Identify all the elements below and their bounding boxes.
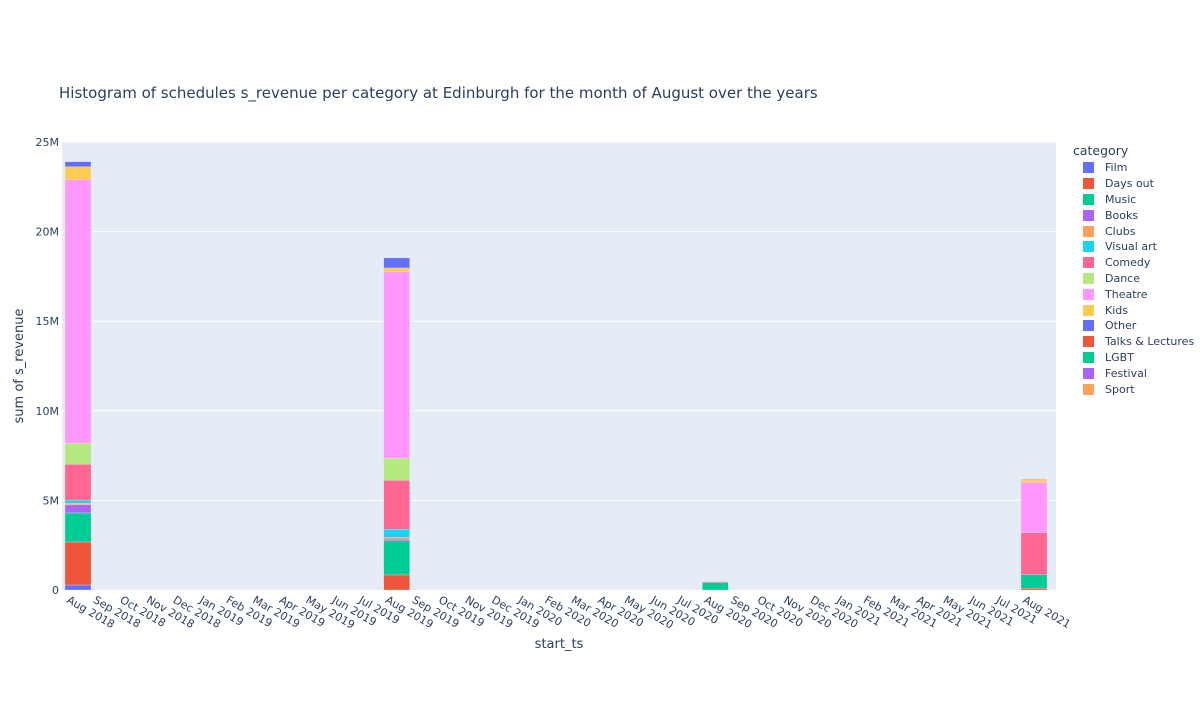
x-axis-ticks: Aug 2018Sep 2018Oct 2018Nov 2018Dec 2018… xyxy=(65,593,1073,632)
bar-segment-kids-aug-2019[interactable] xyxy=(383,267,410,273)
bar-segment-dance-aug-2019[interactable] xyxy=(383,458,410,481)
y-tick-label: 15M xyxy=(36,315,60,328)
y-axis-ticks: 0 5M 10M 15M 20M 25M xyxy=(36,136,60,597)
legend-item-kids[interactable]: Kids xyxy=(1073,302,1194,318)
legend-label: Festival xyxy=(1105,366,1147,380)
legend-swatch xyxy=(1083,257,1094,269)
legend-item-other[interactable]: Other xyxy=(1073,318,1194,334)
bar-segment-kids-aug-2021[interactable] xyxy=(1020,480,1048,483)
y-tick-label: 0 xyxy=(52,584,59,597)
legend-label: Kids xyxy=(1105,303,1128,317)
legend-swatch xyxy=(1083,225,1094,237)
legend-swatch xyxy=(1083,367,1094,379)
legend-label: Talks & Lectures xyxy=(1105,335,1195,349)
legend: category Film Days out Music Books Clubs Visu… xyxy=(1073,143,1194,397)
bar-segment-comedy-aug-2018[interactable] xyxy=(64,464,92,501)
legend-label: Other xyxy=(1105,319,1137,333)
legend-label: Books xyxy=(1105,208,1139,222)
legend-label: Visual art xyxy=(1105,240,1157,254)
legend-title: category xyxy=(1073,143,1129,158)
legend-label: LGBT xyxy=(1105,350,1134,364)
bar-segment-other-aug-2019[interactable] xyxy=(383,257,410,269)
bar-segment-dance-aug-2018[interactable] xyxy=(64,443,92,465)
bar-segment-visual-art-aug-2018[interactable] xyxy=(64,499,92,504)
legend-item-music[interactable]: Music xyxy=(1073,192,1194,208)
bar-segment-theatre-aug-2019[interactable] xyxy=(383,271,410,459)
legend-item-sport[interactable]: Sport xyxy=(1073,381,1194,397)
legend-swatch xyxy=(1083,272,1094,284)
legend-label: Clubs xyxy=(1105,224,1136,238)
legend-label: Film xyxy=(1105,161,1128,175)
legend-swatch xyxy=(1083,351,1094,363)
y-tick-label: 20M xyxy=(36,226,60,239)
legend-item-lgbt[interactable]: LGBT xyxy=(1073,350,1194,366)
legend-label: Dance xyxy=(1105,271,1140,285)
legend-item-talks-lectures[interactable]: Talks & Lectures xyxy=(1073,334,1194,350)
y-tick-label: 25M xyxy=(36,136,60,149)
legend-swatch xyxy=(1083,383,1094,395)
chart: 0 5M 10M 15M 20M 25M Aug 2018Sep 2018Oct 2018… xyxy=(12,136,1073,652)
x-axis-title: start_ts xyxy=(535,637,584,652)
plot-area xyxy=(62,142,1056,590)
legend-item-visual-art[interactable]: Visual art xyxy=(1073,239,1194,255)
bar-segment-theatre-aug-2018[interactable] xyxy=(64,179,92,444)
legend-item-clubs[interactable]: Clubs xyxy=(1073,223,1194,239)
bar-segment-other-aug-2018[interactable] xyxy=(64,161,92,167)
legend-item-days-out[interactable]: Days out xyxy=(1073,176,1194,192)
legend-swatch xyxy=(1083,193,1094,205)
bar-segment-books-aug-2018[interactable] xyxy=(64,504,92,514)
bar-segment-days-out-aug-2019[interactable] xyxy=(383,574,410,591)
bar-segment-comedy-aug-2019[interactable] xyxy=(383,480,410,530)
legend-label: Comedy xyxy=(1105,256,1151,270)
bar-segment-books-aug-2019[interactable] xyxy=(383,538,410,542)
legend-swatch xyxy=(1083,288,1094,300)
bar-segment-comedy-aug-2021[interactable] xyxy=(1020,532,1048,575)
legend-label: Days out xyxy=(1105,177,1154,191)
legend-swatch xyxy=(1083,304,1094,316)
y-tick-label: 5M xyxy=(43,494,60,507)
bar-segment-sport-aug-2021[interactable] xyxy=(1020,479,1048,481)
legend-swatch xyxy=(1083,336,1094,348)
legend-swatch xyxy=(1083,241,1094,253)
legend-item-theatre[interactable]: Theatre xyxy=(1073,286,1194,302)
y-tick-label: 10M xyxy=(36,405,60,418)
legend-item-comedy[interactable]: Comedy xyxy=(1073,255,1194,271)
legend-label: Sport xyxy=(1105,382,1135,396)
legend-label: Music xyxy=(1105,192,1137,206)
legend-item-film[interactable]: Film xyxy=(1073,160,1194,176)
y-axis-title: sum of s_revenue xyxy=(12,309,27,424)
bar-segment-clubs-aug-2018[interactable] xyxy=(64,502,92,506)
legend-item-dance[interactable]: Dance xyxy=(1073,271,1194,287)
legend-item-festival[interactable]: Festival xyxy=(1073,365,1194,381)
bar-segment-film-aug-2018[interactable] xyxy=(64,584,92,591)
bar-segment-music-aug-2019[interactable] xyxy=(383,540,410,576)
bar-segment-kids-aug-2018[interactable] xyxy=(64,166,92,180)
bar-segment-visual-art-aug-2019[interactable] xyxy=(383,529,410,538)
legend-item-books[interactable]: Books xyxy=(1073,207,1194,223)
legend-swatch xyxy=(1083,320,1094,332)
legend-swatch xyxy=(1083,162,1094,174)
bar-segment-music-aug-2021[interactable] xyxy=(1020,574,1048,589)
legend-label: Theatre xyxy=(1105,287,1148,301)
bar-segment-days-out-aug-2018[interactable] xyxy=(64,541,92,586)
bar-segment-comedy-aug-2020[interactable] xyxy=(702,581,729,583)
bar-segment-music-aug-2020[interactable] xyxy=(702,582,729,591)
legend-swatch xyxy=(1083,209,1094,221)
bar-segment-days-out-aug-2021[interactable] xyxy=(1020,588,1048,591)
bar-segment-theatre-aug-2021[interactable] xyxy=(1020,482,1048,533)
bar-segment-music-aug-2018[interactable] xyxy=(64,512,92,543)
legend-swatch xyxy=(1083,178,1094,190)
bar-segment-clubs-aug-2019[interactable] xyxy=(383,537,410,540)
